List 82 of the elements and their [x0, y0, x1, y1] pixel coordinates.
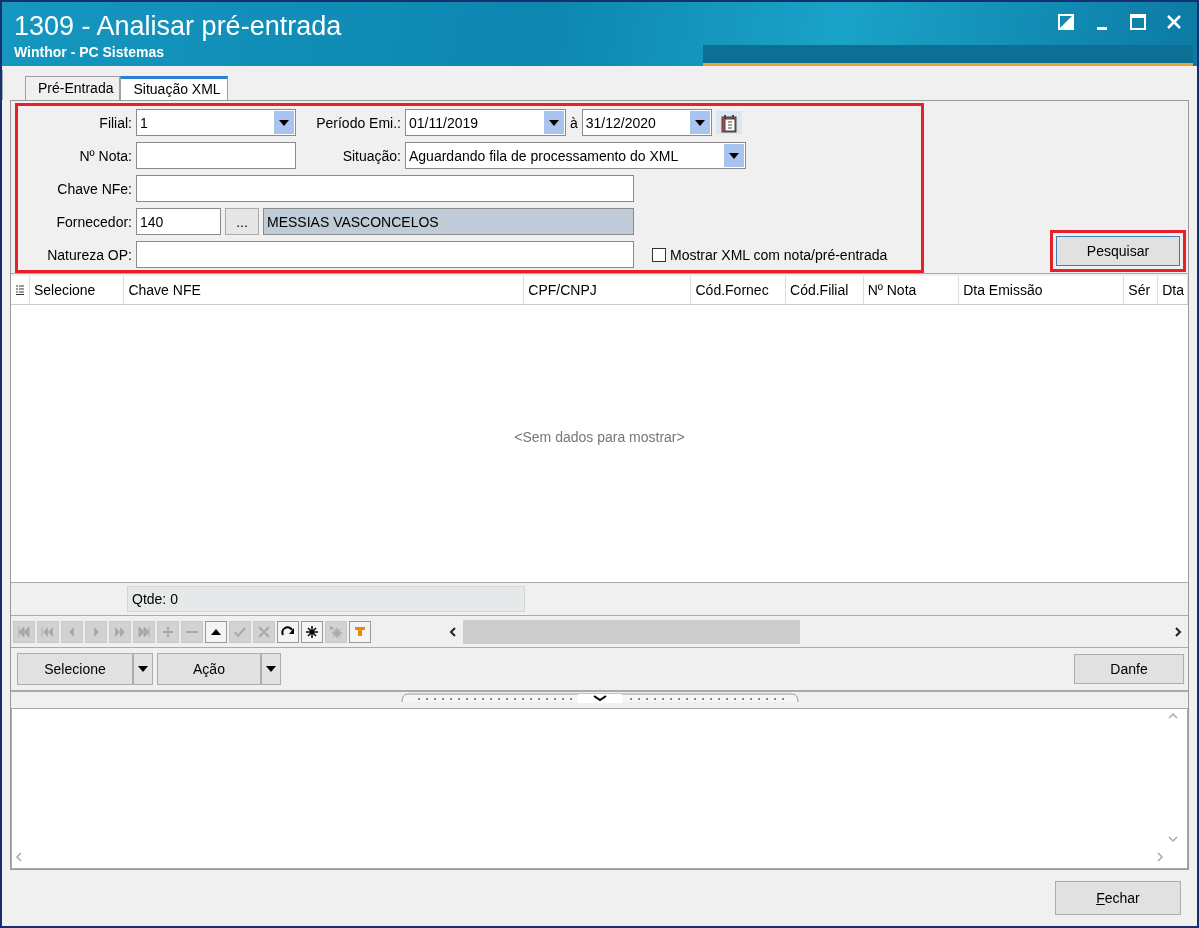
column-header[interactable]: Dta Emissão: [959, 276, 1125, 304]
column-header[interactable]: Cód.Fornec: [691, 276, 786, 304]
action-button[interactable]: Ação: [157, 653, 261, 685]
column-chooser-icon[interactable]: [15, 285, 24, 295]
caret-icon: [265, 665, 277, 673]
scrollbar-thumb[interactable]: [463, 619, 800, 644]
column-header[interactable]: CPF/CNPJ: [524, 276, 692, 304]
date-field[interactable]: 01/11/2019: [405, 109, 566, 136]
skip-last-icon: [137, 624, 151, 639]
window-title: 1309 - Analisar pré-entrada: [14, 10, 342, 42]
chevron-left-icon[interactable]: [14, 851, 24, 863]
calendar-icon: [719, 112, 738, 133]
chevron-right-icon[interactable]: [1155, 851, 1165, 863]
input-field[interactable]: [136, 241, 634, 268]
navigator-button[interactable]: [277, 620, 299, 643]
caret-icon: [693, 118, 706, 127]
minus-icon: [186, 630, 198, 633]
double-right-icon: [113, 624, 127, 639]
dropdown-button[interactable]: [133, 653, 153, 685]
field-label: Período Emi.:: [315, 114, 401, 131]
close-button[interactable]: Fechar: [1055, 881, 1181, 915]
field-label: Fornecedor:: [55, 213, 132, 230]
column-header[interactable]: Sér: [1124, 276, 1159, 304]
action-button[interactable]: Selecione: [17, 653, 133, 685]
navigator-button[interactable]: [301, 620, 323, 643]
range-separator: à: [570, 114, 578, 131]
dropdown-field[interactable]: 1: [136, 109, 296, 136]
minimize-icon: [1097, 26, 1107, 30]
field-label: Situação:: [341, 147, 401, 164]
column-header[interactable]: Dta: [1158, 276, 1188, 304]
dropdown-button[interactable]: [724, 144, 744, 167]
caret-icon: [548, 118, 560, 127]
lookup-button[interactable]: ...: [225, 208, 259, 235]
input-field[interactable]: [136, 175, 634, 202]
splitter-handle[interactable]: [399, 692, 800, 704]
caret-icon: [137, 665, 149, 673]
input-field[interactable]: [136, 142, 296, 169]
plus-icon: [161, 624, 175, 639]
combo-value: 01/11/2019: [409, 114, 479, 131]
chevron-right-icon: [1173, 625, 1183, 638]
field-label: Nº Nota:: [78, 147, 132, 164]
calendar-button[interactable]: [715, 111, 742, 134]
combo-value: 1: [140, 114, 148, 131]
skip-first-icon: [17, 624, 31, 639]
dropdown-button[interactable]: [689, 111, 710, 134]
field-label: Filial:: [98, 114, 132, 131]
column-header[interactable]: Chave NFE: [124, 276, 525, 304]
danfe-button[interactable]: Danfe: [1074, 654, 1184, 684]
dropdown-button[interactable]: [274, 111, 294, 134]
cross-icon: [257, 624, 271, 639]
input-field[interactable]: 140: [136, 208, 221, 235]
asterisk-icon: [329, 624, 343, 639]
dropdown-button[interactable]: [544, 111, 564, 134]
record-count: Qtde: 0: [127, 586, 525, 612]
asterisk-icon: [305, 624, 319, 639]
tab[interactable]: Situação XML: [120, 76, 228, 100]
tab[interactable]: Pré-Entrada: [25, 76, 121, 100]
double-left-icon: [41, 624, 55, 639]
field-label: Chave NFe:: [56, 180, 132, 197]
date-field[interactable]: 31/12/2020: [581, 109, 712, 136]
close-icon: [1165, 13, 1183, 31]
maximize-icon: [1129, 13, 1147, 31]
column-header[interactable]: Cód.Filial: [786, 276, 864, 304]
column-header[interactable]: Nº Nota: [863, 276, 960, 304]
navigator-button[interactable]: [205, 620, 227, 643]
caret-icon: [728, 151, 740, 160]
window-subtitle: Winthor - PC Sistemas: [14, 44, 165, 60]
empty-message: <Sem dados para mostrar>: [514, 428, 685, 445]
chevron-up-icon[interactable]: [1167, 711, 1179, 721]
dropdown-field[interactable]: Aguardando fila de processamento do XML: [405, 142, 746, 169]
dropdown-button[interactable]: [261, 653, 281, 685]
search-button[interactable]: Pesquisar: [1056, 236, 1180, 266]
caret-icon: [278, 118, 290, 127]
combo-value: Aguardando fila de processamento do XML: [409, 147, 679, 164]
split-square-icon: [1057, 13, 1075, 31]
chevron-down-icon[interactable]: [1167, 834, 1179, 844]
chevron-left-icon: [448, 625, 458, 638]
readonly-field[interactable]: MESSIAS VASCONCELOS: [263, 208, 634, 235]
funnel-icon: [353, 624, 367, 639]
column-header[interactable]: Selecione: [29, 276, 125, 304]
combo-value: 31/12/2020: [585, 114, 656, 131]
field-label: Natureza OP:: [46, 246, 132, 263]
